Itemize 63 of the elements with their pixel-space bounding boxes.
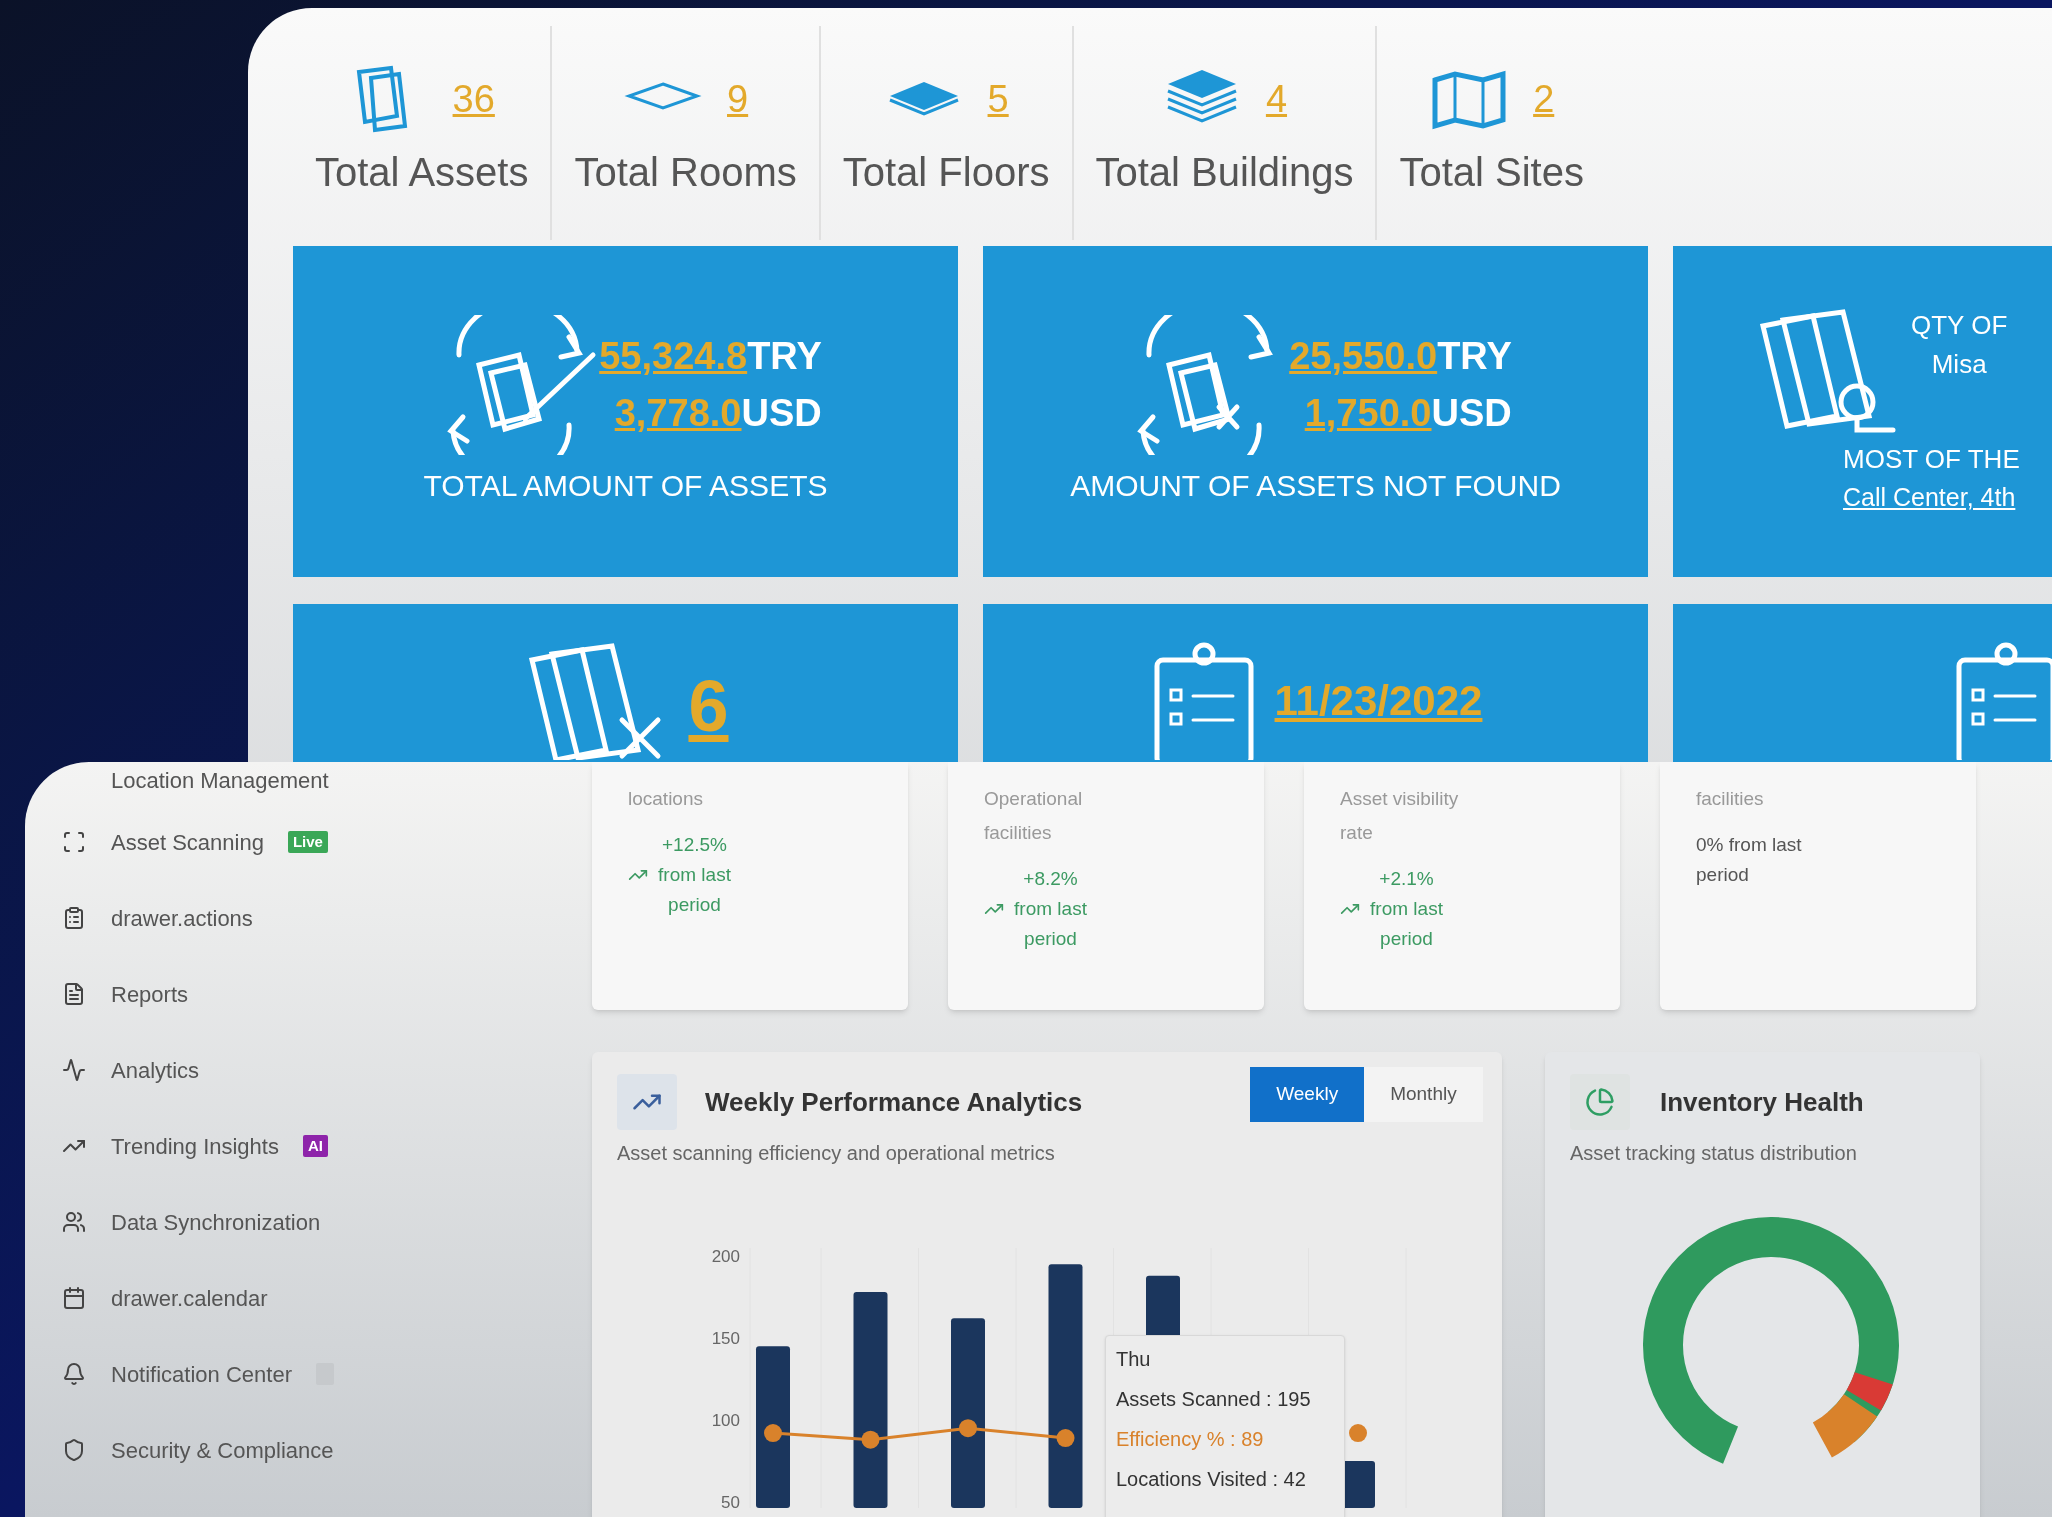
axis-tick-label: 50 — [721, 1493, 740, 1508]
sidebar-item[interactable]: Reports — [61, 956, 530, 1032]
change-text: +12.5% from last period — [657, 833, 732, 917]
panel-title: Inventory Health — [1660, 1085, 1864, 1119]
clipboard-icon — [62, 906, 86, 930]
sidebar-item[interactable]: drawer.actions — [61, 880, 530, 956]
card-description: Asset visibility rate — [1340, 787, 1460, 845]
line-point — [1056, 1429, 1075, 1448]
card-description: facilities — [1696, 787, 1765, 811]
report-icon — [62, 982, 86, 1006]
change-text: +8.2% from last period — [1013, 867, 1088, 951]
panel-subtitle: Asset scanning efficiency and operational metrics — [617, 1141, 1056, 1166]
panel-subtitle: Asset tracking status distribution — [1570, 1141, 1858, 1166]
sidebar-item[interactable]: drawer.calendar — [61, 1260, 530, 1336]
tile-text: Misa — [1931, 348, 1987, 382]
scan-icon — [62, 830, 86, 854]
users-icon — [62, 1210, 86, 1234]
change-text: +2.1% from last period — [1369, 867, 1444, 951]
stat-label: Total Assets — [315, 149, 529, 196]
shield-icon — [62, 1438, 86, 1462]
change-text: 0% from last period — [1696, 833, 1803, 887]
tile-caption: AMOUNT OF ASSETS NOT FOUND — [1070, 468, 1561, 504]
sidebar-item[interactable]: Location Management — [61, 764, 530, 804]
bell-icon — [62, 1362, 86, 1386]
line-point — [1349, 1424, 1367, 1443]
panel-title: Weekly Performance Analytics — [705, 1085, 1083, 1119]
tooltip-line: Locations Visited : 42 — [1116, 1467, 1306, 1492]
stat-label: Total Rooms — [574, 149, 797, 196]
tile-text: QTY OF — [1911, 309, 2008, 343]
item-badge: AI — [302, 1135, 328, 1157]
amount-text: 1,750.0USD — [1304, 391, 1512, 436]
tile-caption: TOTAL AMOUNT OF ASSETS — [423, 468, 828, 504]
calendar-icon — [62, 1286, 86, 1310]
sidebar-item[interactable]: Security & Compliance — [61, 1412, 530, 1488]
line-point — [764, 1424, 782, 1443]
axis-tick-label: 100 — [711, 1411, 740, 1430]
location-link[interactable]: Call Center, 4th — [1843, 479, 2016, 517]
line-point — [959, 1419, 977, 1438]
period-tab[interactable]: Monthly — [1364, 1066, 1483, 1122]
line-point — [861, 1430, 880, 1449]
sidebar-item[interactable]: Asset Scanning Live — [61, 804, 530, 880]
sidebar-item[interactable]: Trending Insights AI — [61, 1108, 530, 1184]
item-badge: Live — [287, 831, 328, 853]
tooltip-title: Thu — [1116, 1347, 1152, 1372]
tooltip-line: Efficiency % : 89 — [1116, 1427, 1264, 1452]
amount-text: 25,550.0TRY — [1289, 334, 1512, 379]
card-description: Operational facilities — [984, 787, 1084, 845]
amount-text: 3,778.0USD — [614, 391, 822, 436]
sidebar-item[interactable]: Data Synchronization — [61, 1184, 530, 1260]
sidebar-item[interactable]: Analytics — [61, 1032, 530, 1108]
axis-tick-label: 150 — [711, 1329, 740, 1348]
tile-caption: MOST OF THE — [1843, 443, 2020, 477]
period-tab[interactable]: Weekly — [1250, 1066, 1365, 1122]
stat-label: Total Sites — [1399, 149, 1584, 196]
tooltip-line: Assets Scanned : 195 — [1116, 1387, 1311, 1412]
stat-label: Total Buildings — [1095, 149, 1354, 196]
card-description: locations — [628, 787, 704, 811]
stat-label: Total Floors — [842, 149, 1050, 196]
sidebar-item[interactable]: Notification Center — [61, 1336, 530, 1412]
pie-chart-icon — [1585, 1087, 1615, 1117]
amount-text: 55,324.8TRY — [599, 334, 822, 379]
activity-icon — [62, 1058, 86, 1082]
axis-tick-label: 200 — [711, 1247, 740, 1266]
